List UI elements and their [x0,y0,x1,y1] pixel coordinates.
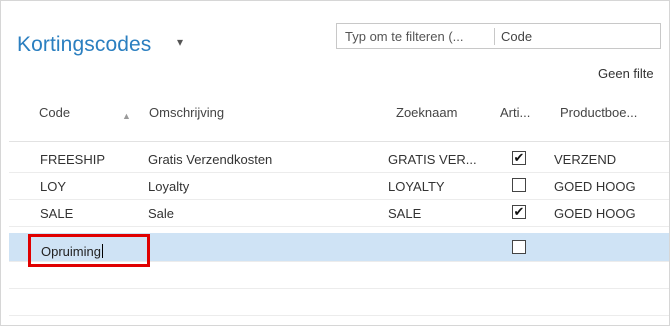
filter-input[interactable]: Typ om te filteren (... [345,29,464,44]
cell-product[interactable]: GOED HOOG [554,206,636,221]
code-edit-field[interactable]: Opruiming [28,234,150,267]
sort-ascending-icon: ▲ [122,111,131,121]
text-cursor [101,244,103,258]
column-header-productboekingsgroep[interactable]: Productboe... [560,105,637,120]
chevron-down-icon[interactable]: ▾ [177,35,183,49]
column-header-code[interactable]: Code [39,105,70,120]
no-filter-label[interactable]: Geen filte [598,66,654,81]
table-row[interactable]: FREESHIP Gratis Verzendkosten GRATIS VER… [9,146,669,173]
checkbox-unchecked[interactable] [512,240,526,254]
cell-product[interactable]: VERZEND [554,152,616,167]
cell-search-name[interactable]: GRATIS VER... [388,152,477,167]
code-edit-value[interactable]: Opruiming [41,244,101,259]
filter-divider [494,28,495,45]
header-divider [9,141,669,142]
cell-product[interactable]: GOED HOOG [554,179,636,194]
checkbox-unchecked[interactable] [512,178,526,192]
table-row[interactable]: LOY Loyalty LOYALTY GOED HOOG [9,173,669,200]
cell-search-name[interactable]: LOYALTY [388,179,445,194]
cell-description[interactable]: Gratis Verzendkosten [148,152,272,167]
table-row[interactable]: SALE Sale SALE ✔ GOED HOOG [9,200,669,227]
cell-search-name[interactable]: SALE [388,206,421,221]
checkbox-checked[interactable]: ✔ [512,205,526,219]
column-header-artikel[interactable]: Arti... [500,105,530,120]
column-header-omschrijving[interactable]: Omschrijving [149,105,224,120]
cell-code[interactable]: SALE [40,206,73,221]
cell-code[interactable]: LOY [40,179,66,194]
filter-field-dropdown[interactable]: Code [501,29,532,44]
table-row-empty[interactable] [9,289,669,316]
cell-description[interactable]: Sale [148,206,174,221]
filter-box[interactable]: Typ om te filteren (... Code [336,23,661,49]
cell-code[interactable]: FREESHIP [40,152,105,167]
page-title: Kortingscodes [17,33,152,56]
cell-description[interactable]: Loyalty [148,179,189,194]
page-frame: Kortingscodes ▾ Typ om te filteren (... … [0,0,670,326]
column-header-zoeknaam[interactable]: Zoeknaam [396,105,457,120]
checkbox-checked[interactable]: ✔ [512,151,526,165]
